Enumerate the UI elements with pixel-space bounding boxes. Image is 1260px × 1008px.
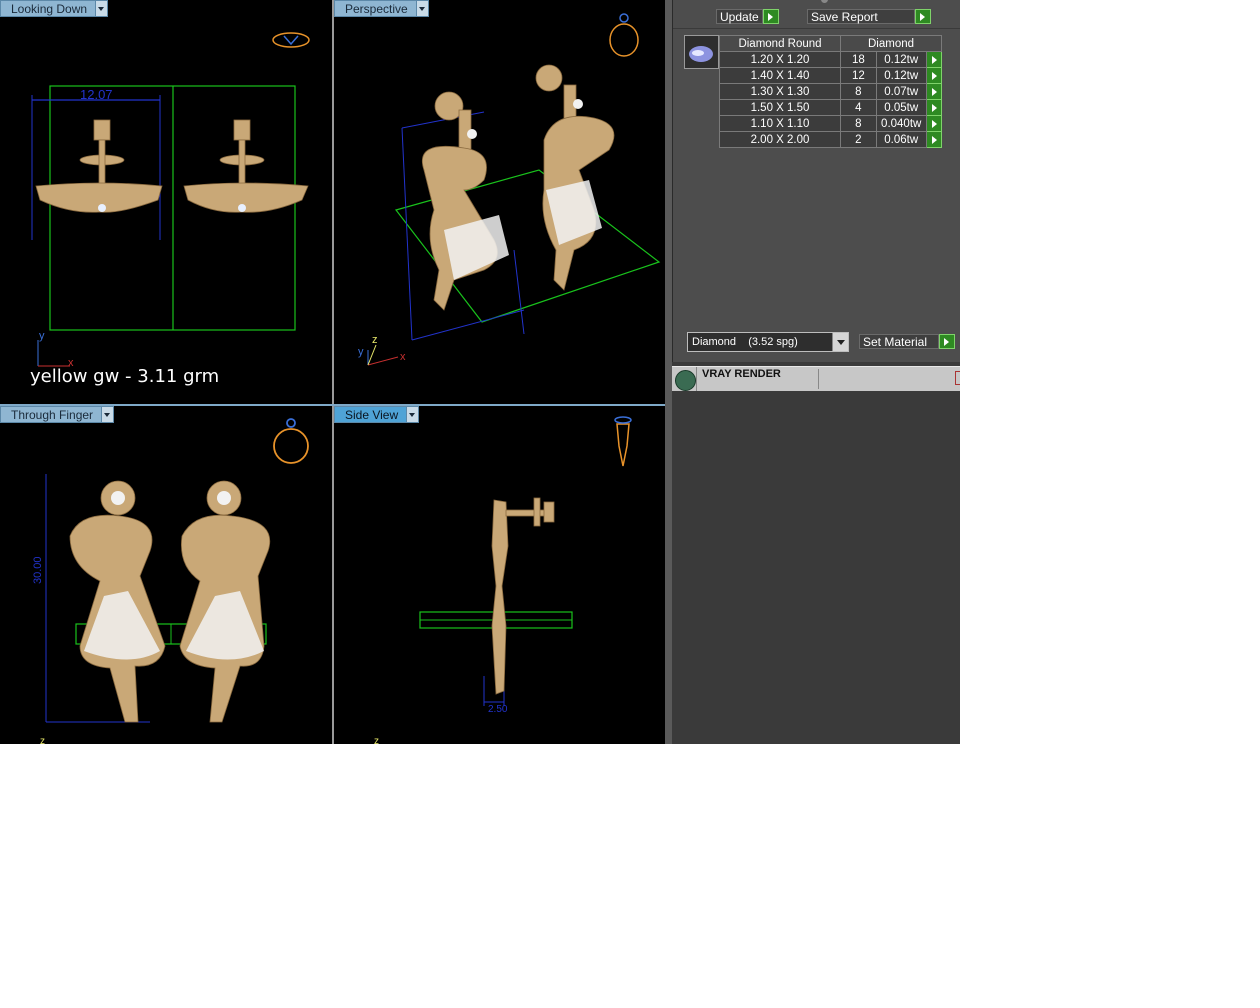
cell-count: 8 xyxy=(840,83,877,100)
gem-icon xyxy=(689,46,713,62)
vray-title: VRAY RENDER xyxy=(702,368,781,380)
cell-weight: 0.05tw xyxy=(875,99,927,116)
table-row[interactable]: 1.50 X 1.50 4 0.05tw xyxy=(719,99,943,116)
table-row[interactable]: 1.30 X 1.30 8 0.07tw xyxy=(719,83,943,100)
table-row[interactable]: 2.00 X 2.00 2 0.06tw xyxy=(719,131,943,148)
chevron-down-icon[interactable] xyxy=(416,0,429,17)
viewport-looking-down[interactable]: 12.07 y x Looking Down yellow gw - 3.11 … xyxy=(0,0,332,404)
viewport-label[interactable]: Perspective xyxy=(334,0,417,17)
viewport-label[interactable]: Looking Down xyxy=(0,0,97,17)
vray-render-bar[interactable]: VRAY RENDER xyxy=(672,366,960,391)
viewport-perspective[interactable]: y z x Perspective xyxy=(334,0,665,404)
axis-y-label: y xyxy=(39,330,45,342)
ring-front-icon xyxy=(273,418,309,464)
dimension-depth: 2.50 xyxy=(488,704,508,715)
cell-weight: 0.06tw xyxy=(875,131,927,148)
cell-count: 8 xyxy=(840,115,877,132)
save-report-button[interactable]: Save Report xyxy=(807,9,931,24)
cell-weight: 0.12tw xyxy=(875,51,927,68)
cell-weight: 0.12tw xyxy=(875,67,927,84)
save-report-label[interactable]: Save Report xyxy=(807,9,915,24)
play-arrow-icon[interactable] xyxy=(915,9,931,24)
table-row[interactable]: 1.10 X 1.10 8 0.040tw xyxy=(719,115,943,132)
axis-y-label: y xyxy=(358,346,364,358)
separator xyxy=(818,369,819,389)
separator xyxy=(673,28,960,29)
viewport-label[interactable]: Side View xyxy=(334,406,408,423)
set-material-label[interactable]: Set Material xyxy=(859,334,939,349)
play-arrow-icon[interactable] xyxy=(925,115,943,132)
side-view-render xyxy=(419,416,632,706)
dimension-width: 12.07 xyxy=(80,87,113,102)
chevron-down-icon[interactable] xyxy=(102,406,115,423)
cell-size: 2.00 X 2.00 xyxy=(719,131,841,148)
cell-count: 2 xyxy=(840,131,877,148)
set-material-button[interactable]: Set Material xyxy=(859,334,955,349)
cell-size: 1.40 X 1.40 xyxy=(719,67,841,84)
cell-weight: 0.040tw xyxy=(875,115,927,132)
play-arrow-icon[interactable] xyxy=(925,67,943,84)
cell-size: 1.10 X 1.10 xyxy=(719,115,841,132)
play-arrow-icon[interactable] xyxy=(925,51,943,68)
chevron-down-icon[interactable] xyxy=(407,406,420,423)
close-icon[interactable] xyxy=(955,371,960,385)
axis-z-label: z xyxy=(374,736,379,744)
dimension-height: 30.00 xyxy=(32,556,44,584)
cell-weight: 0.07tw xyxy=(875,83,927,100)
viewport-menu-side-view[interactable]: Side View xyxy=(334,406,420,423)
diamond-report-panel: Update Save Report Diamond Round Diamond xyxy=(672,0,960,362)
ring-perspective-icon xyxy=(609,13,639,57)
chevron-down-icon[interactable] xyxy=(832,333,848,351)
separator xyxy=(696,367,697,391)
cell-count: 18 xyxy=(840,51,877,68)
axis-x-label: x xyxy=(400,351,406,363)
viewport-side-view[interactable]: 2.50 z Side View xyxy=(334,406,665,744)
update-label[interactable]: Update xyxy=(716,9,763,24)
cell-size: 1.20 X 1.20 xyxy=(719,51,841,68)
play-arrow-icon[interactable] xyxy=(925,83,943,100)
through-finger-render xyxy=(45,418,309,723)
viewport-through-finger[interactable]: 30.00 z Through Finger xyxy=(0,406,332,744)
play-arrow-icon[interactable] xyxy=(925,131,943,148)
vray-logo-icon xyxy=(675,370,696,391)
chevron-down-icon[interactable] xyxy=(96,0,109,17)
diamond-table: Diamond Round Diamond 1.20 X 1.20 18 0.12t… xyxy=(719,35,943,148)
weight-note: yellow gw - 3.11 grm xyxy=(30,366,220,387)
material-select[interactable]: Diamond (3.52 spg) xyxy=(687,332,849,352)
viewport-menu-perspective[interactable]: Perspective xyxy=(334,0,429,17)
right-panel: Update Save Report Diamond Round Diamond xyxy=(672,0,960,744)
viewport-menu-through-finger[interactable]: Through Finger xyxy=(0,406,115,423)
play-arrow-icon[interactable] xyxy=(939,334,955,349)
looking-down-render xyxy=(31,32,310,367)
play-arrow-icon[interactable] xyxy=(762,9,779,24)
ring-top-icon xyxy=(272,32,310,48)
pendant-side-icon xyxy=(614,416,632,467)
gem-thumbnail[interactable] xyxy=(684,35,719,69)
perspective-render xyxy=(367,13,661,366)
table-row[interactable]: 1.20 X 1.20 18 0.12tw xyxy=(719,51,943,68)
panel-divider xyxy=(665,0,672,744)
cell-size: 1.30 X 1.30 xyxy=(719,83,841,100)
scroll-handle-icon[interactable] xyxy=(821,0,828,3)
axis-z-label: z xyxy=(372,334,378,346)
update-button[interactable]: Update xyxy=(716,9,779,24)
axis-z-label: z xyxy=(40,736,45,744)
header-type: Diamond xyxy=(840,35,942,52)
viewport-menu-looking-down[interactable]: Looking Down xyxy=(0,0,109,17)
table-header-row: Diamond Round Diamond xyxy=(719,35,942,52)
play-arrow-icon[interactable] xyxy=(925,99,943,116)
viewport-label[interactable]: Through Finger xyxy=(0,406,103,423)
cad-window: 12.07 y x Looking Down yellow gw - 3.11 … xyxy=(0,0,960,744)
header-shape: Diamond Round xyxy=(719,35,841,52)
cell-count: 4 xyxy=(840,99,877,116)
material-select-value[interactable]: Diamond (3.52 spg) xyxy=(688,336,798,348)
table-row[interactable]: 1.40 X 1.40 12 0.12tw xyxy=(719,67,943,84)
cell-size: 1.50 X 1.50 xyxy=(719,99,841,116)
cell-count: 12 xyxy=(840,67,877,84)
